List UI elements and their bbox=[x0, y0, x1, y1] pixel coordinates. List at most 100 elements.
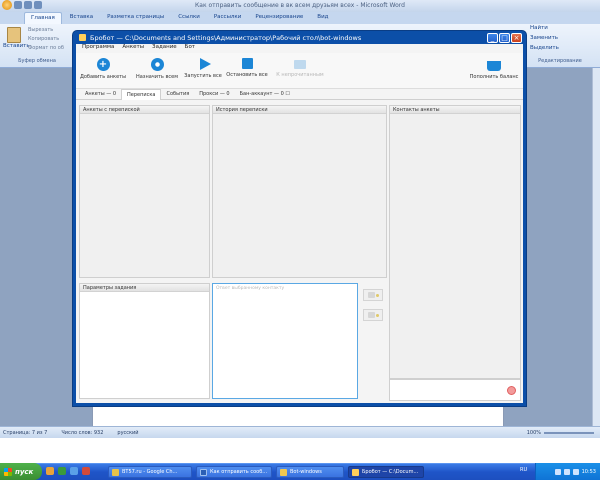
paste-button[interactable]: Вставить bbox=[3, 27, 30, 55]
zoom-slider[interactable] bbox=[544, 432, 594, 434]
paste-label: Вставить bbox=[3, 43, 30, 49]
task-params-panel[interactable]: Параметры задания bbox=[79, 283, 210, 399]
history-panel-header: История переписки bbox=[213, 106, 386, 114]
minimize-button[interactable]: _ bbox=[487, 33, 498, 43]
window-controls: _ □ × bbox=[487, 33, 522, 43]
zoom-control: 100% bbox=[527, 430, 594, 436]
format-painter-button[interactable]: Формат по об bbox=[28, 45, 76, 54]
menu-profiles[interactable]: Анкеты bbox=[122, 44, 144, 53]
language-indicator[interactable]: русский bbox=[117, 430, 138, 436]
quick-launch bbox=[46, 467, 90, 475]
taskbar-item-folder[interactable]: Bot-windows bbox=[276, 466, 344, 478]
clock[interactable]: 10:53 bbox=[582, 469, 596, 475]
brobot-title-bar[interactable]: Бробот — C:\Documents and Settings\Админ… bbox=[73, 31, 526, 44]
find-button[interactable]: Найти bbox=[530, 25, 590, 35]
folder-icon bbox=[280, 468, 287, 476]
send-icon bbox=[367, 292, 375, 298]
contacts-footer bbox=[389, 379, 521, 401]
menu-program[interactable]: Программа bbox=[82, 44, 114, 53]
tab-profiles[interactable]: Анкеты — 0 bbox=[80, 89, 121, 100]
word-tab-review[interactable]: Рецензирование bbox=[249, 12, 309, 24]
brobot-tabs: Анкеты — 0 Переписка События Прокси — 0 … bbox=[76, 89, 523, 100]
profiles-panel[interactable]: Анкеты с перепиской bbox=[79, 105, 210, 278]
start-label: пуск bbox=[15, 467, 34, 476]
brobot-window-title: Бробот — C:\Documents and Settings\Админ… bbox=[90, 33, 362, 42]
word-tab-view[interactable]: Вид bbox=[311, 12, 334, 24]
brobot-icon bbox=[352, 468, 359, 476]
select-button[interactable]: Выделить bbox=[530, 45, 590, 55]
send-button[interactable] bbox=[363, 289, 383, 301]
brobot-app-icon bbox=[79, 34, 86, 41]
reply-placeholder: Ответ выбранному контакту bbox=[216, 286, 285, 291]
word-tab-insert[interactable]: Вставка bbox=[64, 12, 99, 24]
word-tab-references[interactable]: Ссылки bbox=[172, 12, 206, 24]
document-page[interactable] bbox=[92, 405, 504, 426]
editing-group-label: Редактирование bbox=[538, 58, 582, 64]
task-params-header: Параметры задания bbox=[80, 284, 209, 292]
word-count[interactable]: Число слов: 932 bbox=[61, 430, 103, 436]
zoom-level[interactable]: 100% bbox=[527, 430, 541, 436]
word-tab-home[interactable]: Главная bbox=[24, 12, 62, 24]
tab-banned-accounts[interactable]: Бан-аккаунт — 0 ☐ bbox=[235, 89, 295, 100]
tab-events[interactable]: События bbox=[161, 89, 194, 100]
stop-circle-icon[interactable] bbox=[507, 386, 516, 395]
top-up-balance-button[interactable]: Пополнить баланс bbox=[469, 58, 519, 80]
system-tray: 10:53 bbox=[535, 463, 600, 480]
chrome-icon bbox=[112, 468, 119, 476]
assign-all-button[interactable]: Назначить всем bbox=[132, 58, 182, 80]
word-vertical-scrollbar[interactable] bbox=[592, 68, 600, 426]
maximize-button[interactable]: □ bbox=[499, 33, 510, 43]
profiles-panel-header: Анкеты с перепиской bbox=[80, 106, 209, 114]
opera-icon[interactable] bbox=[82, 467, 90, 475]
add-profiles-button[interactable]: + Добавить анкеты bbox=[78, 58, 128, 80]
contacts-panel[interactable]: Контакты анкеты bbox=[389, 105, 521, 379]
tab-correspondence[interactable]: Переписка bbox=[121, 89, 162, 100]
word-tab-mailings[interactable]: Рассылки bbox=[208, 12, 248, 24]
to-unread-button[interactable]: К непрочитанным bbox=[275, 58, 325, 78]
ie-icon[interactable] bbox=[70, 467, 78, 475]
history-panel[interactable]: История переписки bbox=[212, 105, 387, 278]
start-button[interactable]: пуск bbox=[0, 463, 42, 480]
basket-icon bbox=[487, 61, 501, 71]
word-icon bbox=[200, 468, 207, 476]
run-all-button[interactable]: Запустить все bbox=[178, 58, 228, 79]
word-ribbon-tabs: Главная Вставка Разметка страницы Ссылки… bbox=[0, 12, 600, 24]
volume-icon[interactable] bbox=[563, 468, 570, 475]
clipboard-commands: Вырезать Копировать Формат по об bbox=[28, 27, 76, 54]
taskbar-item-brobot[interactable]: Бробот — C:\Docum... bbox=[348, 466, 424, 478]
mail-icon bbox=[294, 60, 306, 69]
attach-button[interactable] bbox=[363, 309, 383, 321]
close-button[interactable]: × bbox=[511, 33, 522, 43]
stop-all-button[interactable]: Остановить все bbox=[222, 58, 272, 78]
plus-icon: + bbox=[96, 58, 110, 71]
attach-icon bbox=[367, 312, 375, 318]
cut-button[interactable]: Вырезать bbox=[28, 27, 76, 36]
security-icon[interactable] bbox=[572, 468, 579, 475]
clipboard-icon bbox=[7, 27, 21, 43]
word-status-bar: Страница: 7 из 7 Число слов: 932 русский… bbox=[0, 426, 600, 438]
word-tab-layout[interactable]: Разметка страницы bbox=[101, 12, 170, 24]
page-counter[interactable]: Страница: 7 из 7 bbox=[3, 430, 47, 436]
taskbar-item-word[interactable]: Как отправить сооб... bbox=[196, 466, 272, 478]
word-title-bar: Как отправить сообщение в вк всем друзья… bbox=[0, 0, 600, 12]
taskbar-item-chrome[interactable]: BT57.ru - Google Ch... bbox=[108, 466, 192, 478]
menu-bot[interactable]: Бот bbox=[185, 44, 195, 53]
windows-logo-icon bbox=[4, 467, 12, 476]
word-window-title: Как отправить сообщение в вк всем друзья… bbox=[195, 2, 405, 9]
folder-icon[interactable] bbox=[46, 467, 54, 475]
reply-textarea[interactable] bbox=[212, 283, 358, 399]
menu-bar: Программа Анкеты Задание Бот bbox=[76, 44, 523, 53]
gear-icon bbox=[150, 58, 164, 71]
clipboard-group-label: Буфер обмена bbox=[18, 58, 56, 64]
contacts-panel-header: Контакты анкеты bbox=[390, 106, 520, 114]
replace-button[interactable]: Заменить bbox=[530, 35, 590, 45]
play-icon bbox=[200, 58, 211, 70]
chrome-icon[interactable] bbox=[58, 467, 66, 475]
stop-icon bbox=[241, 58, 253, 69]
editing-commands: Найти Заменить Выделить bbox=[530, 25, 590, 55]
menu-task[interactable]: Задание bbox=[152, 44, 177, 53]
network-icon[interactable] bbox=[554, 468, 561, 475]
keyboard-language[interactable]: RU bbox=[520, 467, 527, 473]
tab-proxy[interactable]: Прокси — 0 bbox=[194, 89, 234, 100]
copy-button[interactable]: Копировать bbox=[28, 36, 76, 45]
